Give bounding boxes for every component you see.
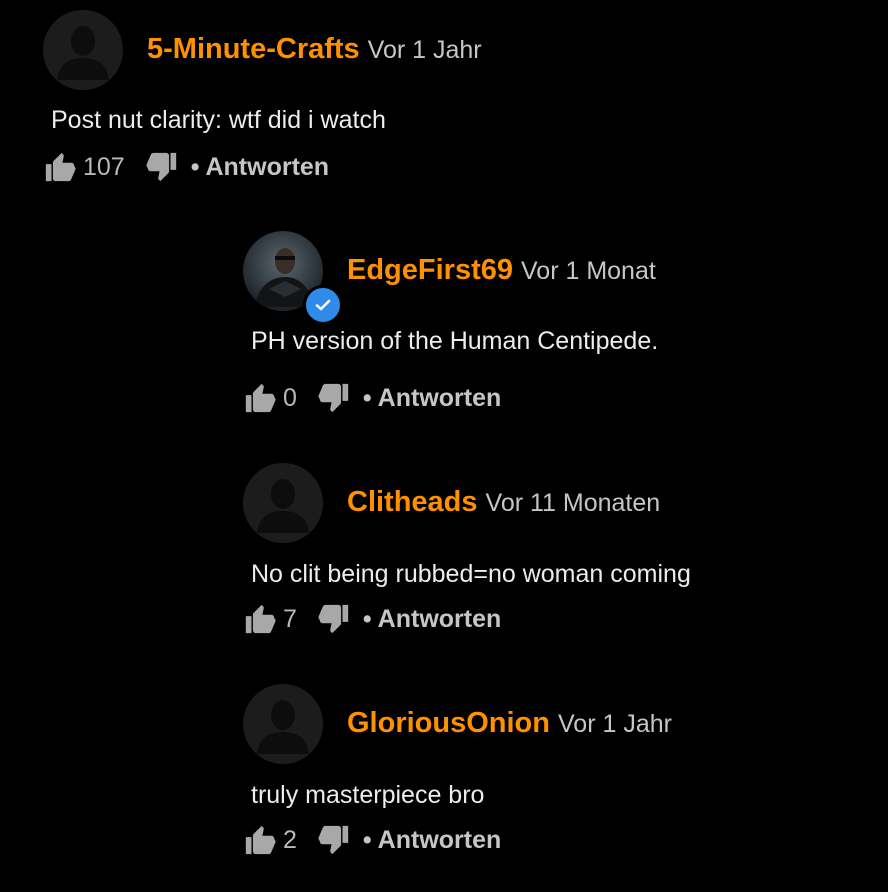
thumbs-down-icon[interactable] [317, 381, 351, 415]
reply-button[interactable]: • Antworten [363, 384, 501, 413]
reply-label: Antworten [377, 604, 502, 633]
reply-label: Antworten [377, 825, 502, 854]
reply-comment: EdgeFirst69 Vor 1 Monat PH version of the… [243, 231, 863, 413]
username-link[interactable]: EdgeFirst69 [347, 254, 513, 286]
user-silhouette-icon [243, 463, 323, 543]
avatar[interactable] [243, 463, 323, 543]
avatar[interactable] [243, 684, 323, 764]
reply-button[interactable]: • Antworten [363, 605, 501, 634]
reply-comment: Clitheads Vor 11 Monaten No clit being ru… [243, 463, 863, 643]
thumbs-down-icon[interactable] [317, 602, 351, 636]
user-silhouette-icon [43, 10, 123, 90]
username-link[interactable]: GloriousOnion [347, 707, 550, 739]
verified-badge [303, 285, 343, 325]
reply-label: Antworten [205, 152, 330, 181]
comment-actions: 0 • Antworten [243, 381, 501, 415]
timestamp: Vor 1 Monat [521, 257, 656, 285]
reply-comment: GloriousOnion Vor 1 Jahr truly masterpiec… [243, 684, 863, 864]
username-link[interactable]: Clitheads [347, 486, 478, 518]
avatar-container[interactable] [243, 231, 343, 325]
checkmark-icon [315, 299, 331, 311]
timestamp: Vor 11 Monaten [485, 489, 661, 517]
thumbs-up-icon[interactable] [243, 823, 277, 857]
comment-header: Clitheads Vor 11 Monaten [347, 483, 660, 526]
like-count: 0 [283, 383, 297, 412]
thumbs-down-icon[interactable] [145, 150, 179, 184]
comment-actions: 2 • Antworten [243, 823, 501, 857]
thumbs-up-icon[interactable] [243, 381, 277, 415]
comment-actions: 107 • Antworten [43, 150, 329, 184]
timestamp: Vor 1 Jahr [367, 36, 482, 64]
reply-button[interactable]: • Antworten [191, 153, 329, 182]
thumbs-up-icon[interactable] [243, 602, 277, 636]
comment-text: Post nut clarity: wtf did i watch [51, 106, 386, 134]
comment-text: truly masterpiece bro [251, 781, 485, 809]
comment-actions: 7 • Antworten [243, 602, 501, 636]
avatar[interactable] [43, 10, 123, 90]
thumbs-down-icon[interactable] [317, 823, 351, 857]
like-count: 2 [283, 825, 297, 854]
comment: 5-Minute-Crafts Vor 1 Jahr Post nut clari… [43, 10, 803, 190]
timestamp: Vor 1 Jahr [558, 710, 672, 738]
user-silhouette-icon [243, 684, 323, 764]
like-count: 107 [83, 152, 125, 181]
like-count: 7 [283, 604, 297, 633]
reply-button[interactable]: • Antworten [363, 826, 501, 855]
comment-header: EdgeFirst69 Vor 1 Monat [347, 251, 656, 294]
username-link[interactable]: 5-Minute-Crafts [147, 33, 360, 65]
comment-text: No clit being rubbed=no woman coming [251, 560, 691, 588]
reply-label: Antworten [377, 383, 502, 412]
comment-header: GloriousOnion Vor 1 Jahr [347, 704, 672, 747]
comment-header: 5-Minute-Crafts Vor 1 Jahr [147, 30, 482, 73]
thumbs-up-icon[interactable] [43, 150, 77, 184]
comment-text: PH version of the Human Centipede. [251, 327, 659, 355]
